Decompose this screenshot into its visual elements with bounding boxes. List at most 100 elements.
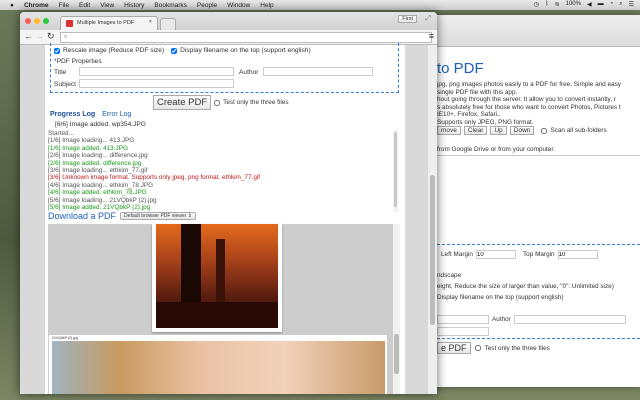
checkbox-row: Rescale image (Reduce PDF size) Display …: [54, 47, 311, 54]
title-input[interactable]: [79, 67, 234, 76]
bg-title-input[interactable]: [437, 315, 489, 324]
menu-view[interactable]: View: [100, 2, 114, 9]
menu-edit[interactable]: Edit: [79, 2, 90, 9]
menu-help[interactable]: Help: [260, 2, 273, 9]
pdf-preview: 21VQbkP (2).jpg: [48, 224, 393, 394]
pdf-viewer-select[interactable]: Default browser PDF viewer ⇕: [120, 212, 196, 220]
margin-row: Left Margin Top Margin: [441, 250, 598, 259]
bg-author-label: Author: [492, 316, 511, 323]
tab-title: Multiple Images to PDF: [77, 20, 135, 26]
test-only-label: Test only the three files: [223, 99, 289, 106]
volume-icon[interactable]: ◀: [587, 1, 592, 8]
bg-subject-input[interactable]: [437, 327, 489, 336]
profile-button[interactable]: First: [398, 15, 417, 23]
display-filename-label: Display filename on the top (support eng…: [437, 294, 564, 301]
bg-page-title: to PDF: [437, 60, 484, 77]
menu-window[interactable]: Window: [227, 2, 250, 9]
bg-desc-line: jpg, png images photos easily to a PDF f…: [437, 81, 622, 88]
menu-people[interactable]: People: [197, 2, 217, 9]
log-scrollbar[interactable]: [393, 130, 398, 212]
bg-options: ndscape eight, Reduce the size of larger…: [437, 270, 614, 303]
menu-icon[interactable]: ≡: [429, 31, 434, 41]
log-line: [4/6] Image loading... ethkim_78.JPG: [48, 181, 154, 189]
spotlight-icon[interactable]: ⌕: [619, 1, 622, 8]
close-window-button[interactable]: [25, 18, 31, 24]
top-margin-label: Top Margin: [522, 251, 555, 258]
menu-file[interactable]: File: [59, 2, 69, 9]
bluetooth-icon[interactable]: ᛒ: [545, 1, 549, 8]
top-margin-input[interactable]: [557, 250, 598, 259]
clock-icon[interactable]: ◔: [610, 1, 614, 8]
menu-chrome[interactable]: Chrome: [24, 2, 49, 9]
left-margin-label: Left Margin: [441, 251, 473, 258]
scan-subfolders-label: Scan all sub-folders: [550, 127, 607, 134]
tab-error-log[interactable]: Error Log: [102, 111, 131, 118]
dashed-divider: [437, 244, 640, 245]
page-viewport: Rescale image (Reduce PDF size) Display …: [20, 43, 437, 394]
author-input[interactable]: [263, 67, 373, 76]
preview-page-2: 21VQbkP (2).jpg: [49, 335, 387, 394]
page-scrollbar-thumb[interactable]: [430, 175, 435, 325]
pdf-viewer-select-value: Default browser PDF viewer: [124, 213, 187, 219]
rescale-checkbox[interactable]: [54, 47, 60, 54]
subject-label: Subject: [54, 81, 76, 88]
apple-icon[interactable]: ●: [10, 2, 14, 9]
divider: [437, 155, 640, 156]
dashed-divider: [437, 338, 640, 339]
forward-icon[interactable]: →: [35, 31, 44, 41]
wifi-icon[interactable]: ≋: [555, 1, 560, 8]
mac-menubar: ● Chrome File Edit View History Bookmark…: [0, 0, 640, 10]
remove-button[interactable]: move: [437, 126, 461, 135]
back-icon[interactable]: ←: [24, 31, 33, 41]
notification-icon[interactable]: ☰: [629, 1, 634, 8]
log-line: [3/6] Image loading... ethkim_77.gif: [48, 166, 148, 174]
download-pdf-link[interactable]: Download a PDF: [48, 211, 116, 221]
fullscreen-icon[interactable]: ⤢: [425, 15, 431, 23]
close-tab-icon[interactable]: ×: [149, 19, 152, 25]
left-margin-input[interactable]: [475, 250, 516, 259]
minimize-window-button[interactable]: [34, 18, 40, 24]
new-tab-button[interactable]: [160, 18, 176, 30]
bg-author-input[interactable]: [513, 315, 626, 324]
zoom-window-button[interactable]: [43, 18, 49, 24]
create-pdf-button[interactable]: Create PDF: [153, 95, 212, 110]
big-ben-image: [156, 224, 278, 328]
test-only-checkbox[interactable]: [214, 99, 221, 106]
clear-button[interactable]: Clear: [463, 126, 488, 135]
log-tabs: Progress Log Error Log: [50, 111, 131, 118]
bg-create-pdf-button[interactable]: e PDF: [437, 342, 471, 354]
page-scrollbar[interactable]: [428, 45, 437, 394]
tab-multiple-images-to-pdf[interactable]: Multiple Images to PDF ×: [60, 16, 158, 30]
battery-status[interactable]: 100%: [566, 1, 581, 8]
bg-source-text: from Google Drive or from your computer.: [437, 146, 555, 153]
bg-test-only-checkbox[interactable]: [474, 345, 481, 351]
menu-history[interactable]: History: [124, 2, 144, 9]
menu-bookmarks[interactable]: Bookmarks: [154, 2, 187, 9]
down-button[interactable]: Down: [509, 126, 535, 135]
page-caption: 21VQbkP (2).jpg: [52, 336, 78, 340]
display-filename-checkbox[interactable]: [171, 47, 178, 54]
resize-label: eight, Reduce the size of larger than va…: [437, 283, 614, 290]
log-line: [3/6] Unknown image format. Supports onl…: [48, 174, 261, 182]
time-machine-icon[interactable]: ◷: [534, 1, 539, 8]
reload-icon[interactable]: ↻: [47, 31, 55, 42]
author-label: Author: [239, 69, 259, 76]
pdf-favicon-icon: [66, 20, 73, 27]
log-line: [5/6] Image loading... 21VQbkP (2).jpg: [48, 196, 157, 204]
rescale-label: Rescale image (Reduce PDF size): [63, 47, 165, 54]
background-browser-window: to PDF jpg, png images photos easily to …: [430, 15, 640, 387]
bg-description: jpg, png images photos easily to a PDF f…: [437, 81, 621, 126]
skyline: [156, 302, 278, 328]
tab-progress-log[interactable]: Progress Log: [50, 111, 95, 118]
chrome-window: Multiple Images to PDF × First ⤢ ← → ↻ ⌕…: [20, 12, 437, 394]
address-bar[interactable]: ⌕: [60, 32, 432, 43]
bg-desc-line: Supports only JPEG, PNG format.: [437, 118, 534, 126]
preview-scrollbar[interactable]: [393, 224, 400, 394]
flag-icon[interactable]: ▬: [598, 1, 604, 8]
bg-desc-line: hout going through the server. It allow …: [437, 96, 616, 103]
subject-input[interactable]: [79, 79, 234, 88]
log-line: [2/6] Image added. difference.jpg: [48, 159, 142, 167]
scan-subfolders-checkbox[interactable]: [541, 127, 548, 134]
log-line: [2/6] Image loading... difference.jpg: [48, 152, 148, 160]
up-button[interactable]: Up: [490, 126, 507, 135]
